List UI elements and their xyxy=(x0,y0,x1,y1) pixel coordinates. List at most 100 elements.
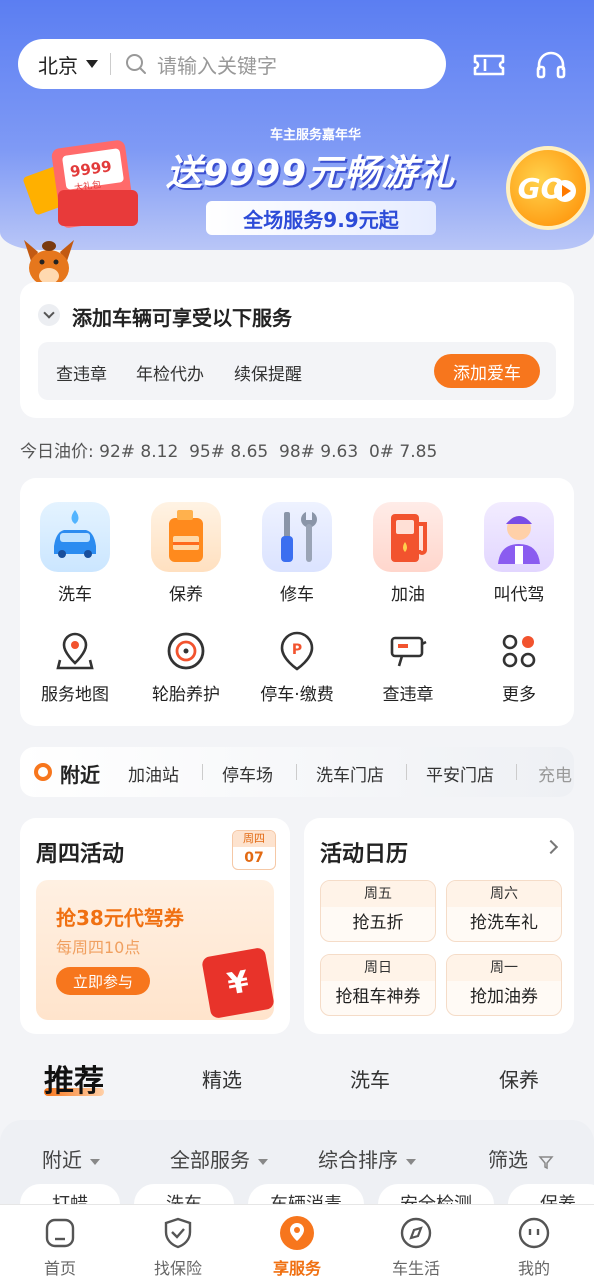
filter-sort-label: 综合排序 xyxy=(318,1148,398,1172)
calendar-item[interactable]: 周六 抢洗车礼 xyxy=(446,880,562,942)
filter-sort[interactable]: 综合排序 xyxy=(318,1144,416,1173)
caret-down-icon[interactable] xyxy=(86,60,98,68)
parking-label: 停车·缴费 xyxy=(260,685,334,705)
calendar-item[interactable]: 周五 抢五折 xyxy=(320,880,436,942)
promo-title: 抢38元代驾券 xyxy=(56,906,184,930)
service-label-violations: 查违章 xyxy=(56,365,107,385)
service-repair[interactable]: 修车 xyxy=(247,502,347,605)
location-pin-icon xyxy=(34,763,52,781)
map-label: 服务地图 xyxy=(41,685,109,705)
calendar-item-week: 周一 xyxy=(447,955,561,981)
divider xyxy=(110,53,111,75)
service-parking[interactable]: P 停车·缴费 xyxy=(247,630,347,705)
filter-nearby[interactable]: 附近 xyxy=(42,1144,100,1173)
more-label: 更多 xyxy=(502,685,536,705)
nearby-tab-carwash[interactable]: 洗车门店 xyxy=(316,761,384,786)
calendar-item-text: 抢洗车礼 xyxy=(470,913,538,933)
home-icon xyxy=(42,1215,78,1251)
service-tire[interactable]: 轮胎养护 xyxy=(136,630,236,705)
tab-car-life-label: 车生活 xyxy=(391,1259,440,1278)
refuel-label: 加油 xyxy=(391,585,425,605)
service-pin-icon xyxy=(279,1215,315,1251)
add-car-button[interactable]: 添加爱车 xyxy=(434,354,540,388)
tab-services[interactable]: 享服务 xyxy=(257,1215,337,1279)
divider xyxy=(296,764,297,780)
filter-all-services-label: 全部服务 xyxy=(170,1148,250,1172)
camera-icon xyxy=(387,630,429,672)
car-wash-label: 洗车 xyxy=(58,585,92,605)
nearby-tab-charging[interactable]: 充电 xyxy=(538,761,572,786)
banner-subline: 全场服务9.9元起 xyxy=(206,201,436,235)
activity-calendar-card[interactable]: 活动日历 周五 抢五折 周六 抢洗车礼 周日 抢租车神券 周一 抢加油券 xyxy=(304,818,574,1034)
tab-services-label: 享服务 xyxy=(272,1259,321,1278)
tab-maintenance[interactable]: 保养 xyxy=(499,1064,539,1093)
driver-label: 叫代驾 xyxy=(493,585,545,605)
violations-label: 查违章 xyxy=(382,685,434,705)
date-badge-week: 周四 xyxy=(233,831,275,847)
banner-headline: 送9999元畅游礼 xyxy=(166,153,456,194)
city-selector[interactable]: 北京 xyxy=(38,50,78,79)
compass-icon xyxy=(398,1215,434,1251)
service-more[interactable]: 更多 xyxy=(469,630,569,705)
play-icon xyxy=(554,180,576,202)
oil-prices: 今日油价: 92# 8.12 95# 8.65 98# 9.63 0# 7.85 xyxy=(20,437,437,462)
tab-featured[interactable]: 精选 xyxy=(202,1064,242,1093)
promo-subtitle: 每周四10点 xyxy=(56,938,141,957)
filter-all-services[interactable]: 全部服务 xyxy=(170,1144,268,1173)
tab-recommend[interactable]: 推荐 xyxy=(44,1056,104,1100)
nearby-tab-gas[interactable]: 加油站 xyxy=(128,761,179,786)
tab-home[interactable]: 首页 xyxy=(20,1215,100,1279)
search-box[interactable]: 北京 请输入关键字 xyxy=(18,39,446,89)
search-input[interactable]: 请输入关键字 xyxy=(157,50,277,79)
service-violations[interactable]: 查违章 xyxy=(358,630,458,705)
add-vehicle-services: 查违章 年检代办 续保提醒 添加爱车 xyxy=(38,342,556,400)
banner-small-text: 车主服务嘉年华 xyxy=(270,128,362,143)
caret-down-icon xyxy=(406,1158,416,1165)
more-grid-icon xyxy=(498,630,540,672)
calendar-item[interactable]: 周日 抢租车神券 xyxy=(320,954,436,1016)
gift-box-image: 9999 大礼包 xyxy=(18,140,148,230)
funnel-icon xyxy=(538,1155,554,1169)
calendar-item-text: 抢加油券 xyxy=(470,987,538,1007)
filter-nearby-label: 附近 xyxy=(42,1148,82,1172)
tab-car-life[interactable]: 车生活 xyxy=(376,1215,456,1279)
tab-mine[interactable]: 我的 xyxy=(494,1215,574,1279)
filter-screen[interactable]: 筛选 xyxy=(488,1144,554,1173)
service-map[interactable]: 服务地图 xyxy=(25,630,125,705)
repair-label: 修车 xyxy=(280,585,314,605)
ticket-icon[interactable] xyxy=(472,48,506,82)
chevron-right-icon[interactable] xyxy=(543,839,559,855)
add-vehicle-card: 添加车辆可享受以下服务 查违章 年检代办 续保提醒 添加爱车 xyxy=(20,282,574,418)
caret-down-icon xyxy=(90,1158,100,1165)
service-car-wash[interactable]: 洗车 xyxy=(25,502,125,605)
red-envelope-icon: ¥ xyxy=(201,946,275,1020)
oil-price-label: 今日油价: xyxy=(20,442,94,462)
headset-icon[interactable] xyxy=(534,48,568,82)
calendar-item[interactable]: 周一 抢加油券 xyxy=(446,954,562,1016)
date-badge-day: 07 xyxy=(244,850,264,866)
nearby-tab-pingan[interactable]: 平安门店 xyxy=(426,761,494,786)
go-button[interactable]: GO xyxy=(506,146,590,230)
oil-can-icon xyxy=(151,502,221,572)
service-driver[interactable]: 叫代驾 xyxy=(469,502,569,605)
tab-insurance[interactable]: 找保险 xyxy=(138,1215,218,1279)
thursday-activity-card[interactable]: 周四活动 周四 07 抢38元代驾券 每周四10点 立即参与 ¥ xyxy=(20,818,290,1034)
collapse-chevron-icon[interactable] xyxy=(38,304,60,326)
calendar-item-week: 周日 xyxy=(321,955,435,981)
search-row: 北京 请输入关键字 xyxy=(18,38,576,90)
service-refuel[interactable]: 加油 xyxy=(358,502,458,605)
thursday-title: 周四活动 xyxy=(36,842,125,867)
tab-car-wash[interactable]: 洗车 xyxy=(350,1064,390,1093)
driver-coupon-promo[interactable]: 抢38元代驾券 每周四10点 立即参与 ¥ xyxy=(36,880,275,1020)
calendar-title: 活动日历 xyxy=(320,842,409,867)
service-maintenance[interactable]: 保养 xyxy=(136,502,236,605)
services-grid: 洗车 保养 修车 加油 叫代驾 服务地图 轮胎养护 P 停车·缴费 查违章 更多 xyxy=(20,478,574,726)
join-now-button[interactable]: 立即参与 xyxy=(56,967,150,995)
tab-mine-label: 我的 xyxy=(517,1259,550,1278)
tools-icon xyxy=(262,502,332,572)
add-vehicle-title: 添加车辆可享受以下服务 xyxy=(72,306,292,330)
nearby-tab-parking[interactable]: 停车场 xyxy=(222,761,273,786)
driver-icon xyxy=(484,502,554,572)
nearby-bar: 附近 加油站 停车场 洗车门店 平安门店 充电 xyxy=(20,747,574,797)
tire-label: 轮胎养护 xyxy=(152,685,220,705)
